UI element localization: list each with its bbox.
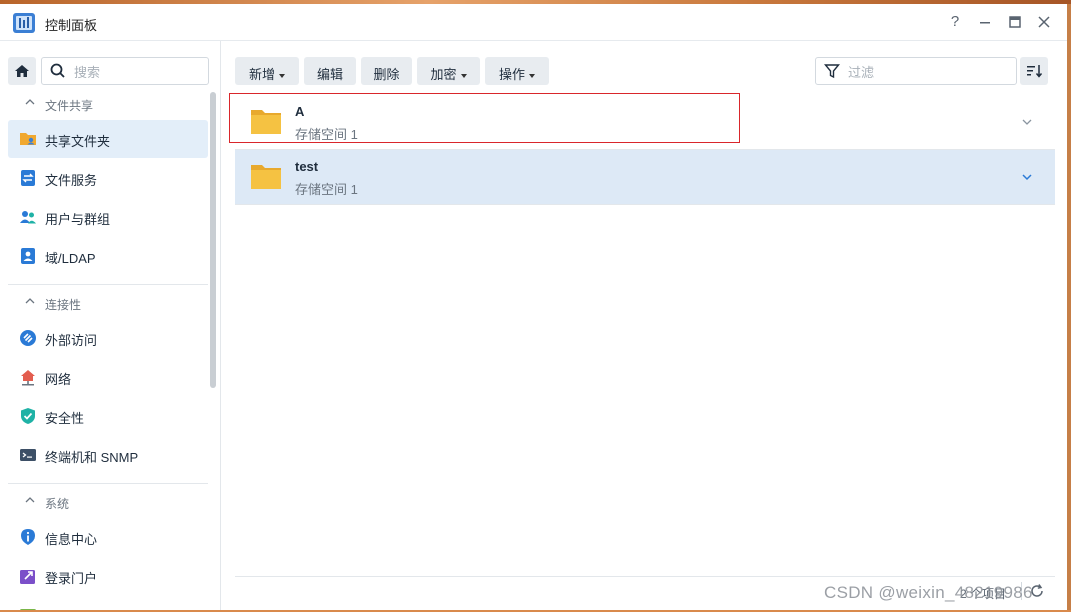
group-label: 文件共享 [45,99,94,113]
domain-ldap-icon [21,248,35,264]
sidebar-item-domain-ldap[interactable]: 域/LDAP [8,237,208,275]
sort-icon [1027,65,1043,78]
watermark-text: CSDN @weixin_48219986 [824,583,1033,602]
chevron-up-icon [25,298,35,304]
search-icon [50,63,65,78]
sidebar-item-label: 登录门户 [45,571,98,586]
folder-row-test[interactable]: test 存储空间 1 [235,150,1055,205]
sidebar-item-shared-folder[interactable]: 共享文件夹 [8,120,208,158]
action-button[interactable]: 操作 [485,57,549,85]
chevron-down-icon[interactable] [1021,116,1033,128]
create-label: 新增 [248,67,275,82]
delete-label: 删除 [373,67,400,82]
sidebar: 文件共享 共享文件夹 文件服务 用户与群组 域/LDAP 连接性 外部访问 [0,41,221,610]
sidebar-item-network[interactable]: 网络 [8,358,208,396]
filter-funnel-icon [824,64,840,79]
sidebar-item-label: 文件服务 [45,173,98,188]
chevron-down-icon[interactable] [1021,171,1033,183]
sidebar-item-label: 外部访问 [45,333,98,348]
filter-box[interactable] [815,57,1017,85]
sidebar-item-partial[interactable] [8,596,208,610]
sidebar-item-label: 域/LDAP [45,251,96,266]
sidebar-item-terminal-snmp[interactable]: 终端机和 SNMP [8,436,208,474]
filter-input[interactable] [846,61,1010,83]
sidebar-item-info-center[interactable]: 信息中心 [8,518,208,556]
maximize-icon [1009,16,1021,28]
home-icon [15,65,29,77]
search-input[interactable] [72,61,206,83]
folder-icon [251,110,281,134]
login-portal-icon [20,570,35,584]
folder-location: 存储空间 1 [295,127,358,142]
group-label: 连接性 [45,298,82,312]
minimize-icon [980,22,990,24]
sidebar-scrollbar[interactable] [210,92,216,388]
app-icon [20,609,36,610]
caret-down-icon [460,73,467,78]
folder-row-a[interactable]: A 存储空间 1 [235,95,1055,150]
shared-folder-icon [20,133,36,145]
chevron-up-icon [25,99,35,105]
sidebar-item-label: 用户与群组 [45,212,111,227]
search-box[interactable] [41,57,209,85]
minimize-button[interactable] [976,13,994,31]
close-icon [1038,16,1050,28]
group-divider [8,284,208,285]
terminal-icon [20,449,36,461]
main-panel: 新增 编辑 删除 加密 操作 A 存储空间 1 test [221,41,1067,610]
info-center-icon [21,529,35,545]
sidebar-item-security[interactable]: 安全性 [8,397,208,435]
security-shield-icon [21,408,35,424]
close-button[interactable] [1035,13,1053,31]
sidebar-item-label: 安全性 [45,411,85,426]
external-access-icon [20,330,36,346]
sidebar-item-label: 信息中心 [45,532,98,547]
folder-location: 存储空间 1 [295,182,358,197]
create-button[interactable]: 新增 [235,57,299,85]
control-panel-window: 控制面板 ? 文件共享 共享文件夹 文件服务 [0,4,1071,610]
caret-down-icon [279,73,285,78]
group-divider [8,483,208,484]
sidebar-item-label: 共享文件夹 [45,134,111,149]
group-system[interactable]: 系统 [0,490,208,514]
chevron-up-icon [25,497,35,503]
sidebar-item-label: 终端机和 SNMP [45,450,139,465]
folder-name: A [295,104,305,119]
edit-button[interactable]: 编辑 [304,57,356,85]
users-groups-icon [20,211,36,224]
help-button[interactable]: ? [946,13,964,31]
window-title: 控制面板 [45,18,98,33]
sidebar-item-users-groups[interactable]: 用户与群组 [8,198,208,236]
sidebar-item-file-services[interactable]: 文件服务 [8,159,208,197]
encrypt-label: 加密 [430,67,457,82]
control-panel-app-icon [13,13,35,33]
file-services-icon [21,170,35,186]
group-label: 系统 [45,497,70,511]
folder-icon [251,165,281,189]
footer-divider [235,576,1055,577]
maximize-button[interactable] [1006,13,1024,31]
action-label: 操作 [498,67,525,82]
encrypt-button[interactable]: 加密 [417,57,480,85]
delete-button[interactable]: 删除 [361,57,412,85]
network-icon [21,370,35,386]
title-bar: 控制面板 ? [0,4,1067,41]
sidebar-item-label: 网络 [45,372,72,387]
sidebar-item-login-portal[interactable]: 登录门户 [8,557,208,595]
sidebar-item-external-access[interactable]: 外部访问 [8,319,208,357]
group-connectivity[interactable]: 连接性 [0,291,208,315]
home-button[interactable] [8,57,36,85]
folder-name: test [295,159,319,174]
caret-down-icon [529,73,535,78]
group-file-sharing[interactable]: 文件共享 [0,92,208,116]
sort-button[interactable] [1020,57,1048,85]
edit-label: 编辑 [316,67,343,82]
